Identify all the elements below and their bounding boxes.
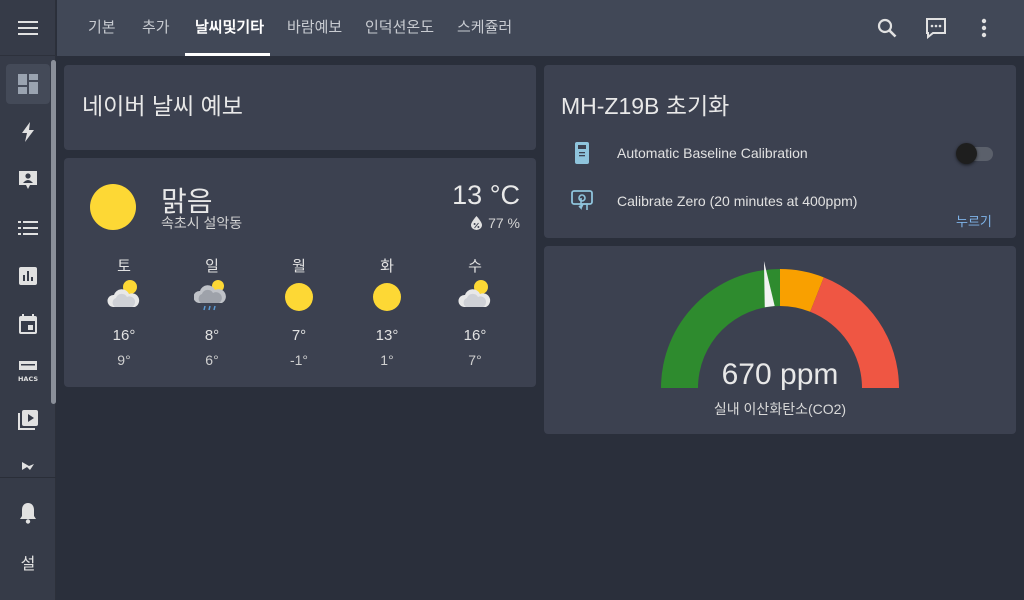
calendar-icon — [19, 314, 37, 334]
mhz19-card: MH-Z19B 초기화 Automatic Baseline Calibrati… — [544, 65, 1016, 238]
gauge-name: 실내 이산화탄소(CO2) — [713, 401, 847, 417]
rainy-partly-cloudy-icon — [193, 277, 230, 313]
notifications-button[interactable] — [6, 493, 50, 533]
forecast-day-name: 토 — [117, 258, 131, 275]
humidity-value: 77 % — [488, 215, 520, 231]
hacs-icon-label: HACS — [18, 375, 38, 383]
sidebar: HACS 설 — [0, 0, 56, 600]
sun-icon — [369, 277, 405, 313]
abc-toggle-knob[interactable] — [956, 143, 977, 164]
list-icon — [18, 221, 38, 235]
more-options-button[interactable] — [970, 14, 998, 42]
menu-button[interactable] — [0, 0, 56, 56]
tab-scheduler[interactable]: 스케쥴러 — [457, 0, 512, 56]
partly-cloudy-icon — [106, 277, 142, 313]
sidebar-item-history[interactable] — [6, 256, 50, 296]
sidebar-item-hacs[interactable]: HACS — [6, 352, 50, 392]
forecast-high: 16° — [463, 327, 487, 344]
forecast-day-name: 일 — [205, 258, 219, 275]
sun-icon — [281, 277, 317, 313]
abc-label: Automatic Baseline Calibration — [617, 145, 808, 161]
menu-icon — [18, 20, 38, 35]
weather-title-card: 네이버 날씨 예보 — [64, 65, 536, 150]
sidebar-item-media[interactable] — [6, 400, 50, 440]
chart-icon — [19, 267, 37, 285]
tab-basic[interactable]: 기본 — [88, 0, 116, 56]
forecast-low: -1° — [289, 352, 309, 368]
calibrate-row-icon — [570, 189, 594, 213]
forecast-high: 13° — [375, 327, 399, 344]
forecast-day-name: 수 — [468, 258, 482, 275]
forecast-day: 일 8° 6° — [182, 255, 242, 368]
calibrate-zero-label: Calibrate Zero (20 minutes at 400ppm) — [617, 193, 858, 209]
account-box-icon — [19, 171, 37, 189]
active-tab-indicator — [185, 53, 270, 56]
tab-wind-forecast[interactable]: 바람예보 — [287, 0, 342, 56]
forecast-low: 9° — [117, 352, 131, 368]
sidebar-item-energy[interactable] — [6, 112, 50, 152]
forecast-low: 6° — [205, 352, 219, 368]
tab-weather-etc[interactable]: 날씨및기타 — [195, 0, 264, 56]
top-app-bar: 기본 추가 날씨및기타 바람예보 인덕션온도 스케쥴러 — [57, 0, 1024, 56]
weather-forecast-card[interactable]: 맑음 속초시 설악동 13 °C 77 % 토 16° 9° 일 8° 6° 월… — [64, 158, 536, 387]
partial-icon — [22, 462, 34, 470]
settings-item[interactable]: 설 — [0, 550, 56, 574]
mhz19-title: MH-Z19B 초기화 — [561, 93, 730, 119]
forecast-day: 월 7° -1° — [269, 255, 329, 368]
tab-extra[interactable]: 추가 — [142, 0, 170, 56]
sun-icon — [90, 184, 136, 230]
forecast-day: 화 13° 1° — [357, 255, 417, 368]
co2-sensor-icon — [575, 142, 589, 164]
forecast-high: 7° — [291, 327, 307, 344]
sidebar-item-overview[interactable] — [6, 64, 50, 104]
assist-button[interactable] — [922, 14, 950, 42]
sidebar-item-logbook[interactable] — [6, 208, 50, 248]
media-icon — [18, 410, 38, 430]
search-icon — [877, 18, 897, 38]
weather-title: 네이버 날씨 예보 — [82, 93, 243, 119]
humidity-row: 77 % — [471, 215, 520, 231]
weather-location: 속초시 설악동 — [161, 215, 243, 231]
sidebar-divider — [0, 477, 56, 478]
forecast-day: 수 16° 7° — [445, 255, 505, 368]
gesture-tap-button-icon — [571, 190, 593, 210]
forecast-day-name: 월 — [292, 258, 306, 275]
partly-cloudy-icon — [457, 277, 493, 313]
sidebar-item-calendar[interactable] — [6, 304, 50, 344]
abc-row-icon — [570, 141, 594, 165]
dashboard-icon — [18, 74, 38, 94]
calibrate-press-button[interactable]: 누르기 — [956, 211, 992, 230]
water-percent-icon — [471, 216, 483, 230]
hacs-icon: HACS — [18, 361, 38, 383]
chat-icon — [926, 18, 946, 39]
gauge-value: 670 ppm — [721, 358, 839, 391]
forecast-low: 7° — [468, 352, 482, 368]
sidebar-item-partial[interactable] — [6, 446, 50, 486]
sidebar-item-map[interactable] — [6, 160, 50, 200]
forecast-day: 토 16° 9° — [94, 255, 154, 368]
sidebar-scrollbar[interactable] — [51, 60, 56, 404]
co2-gauge-card[interactable]: 670 ppm 실내 이산화탄소(CO2) — [544, 246, 1016, 434]
search-button[interactable] — [873, 14, 901, 42]
forecast-high: 8° — [204, 327, 220, 344]
more-vert-icon — [981, 18, 987, 38]
lightning-icon — [22, 122, 34, 142]
tab-induction-temp[interactable]: 인덕션온도 — [365, 0, 434, 56]
forecast-low: 1° — [380, 352, 394, 368]
bell-icon — [20, 503, 36, 524]
current-temperature: 13 °C — [452, 180, 520, 210]
forecast-day-name: 화 — [380, 258, 394, 275]
forecast-high: 16° — [112, 327, 136, 344]
